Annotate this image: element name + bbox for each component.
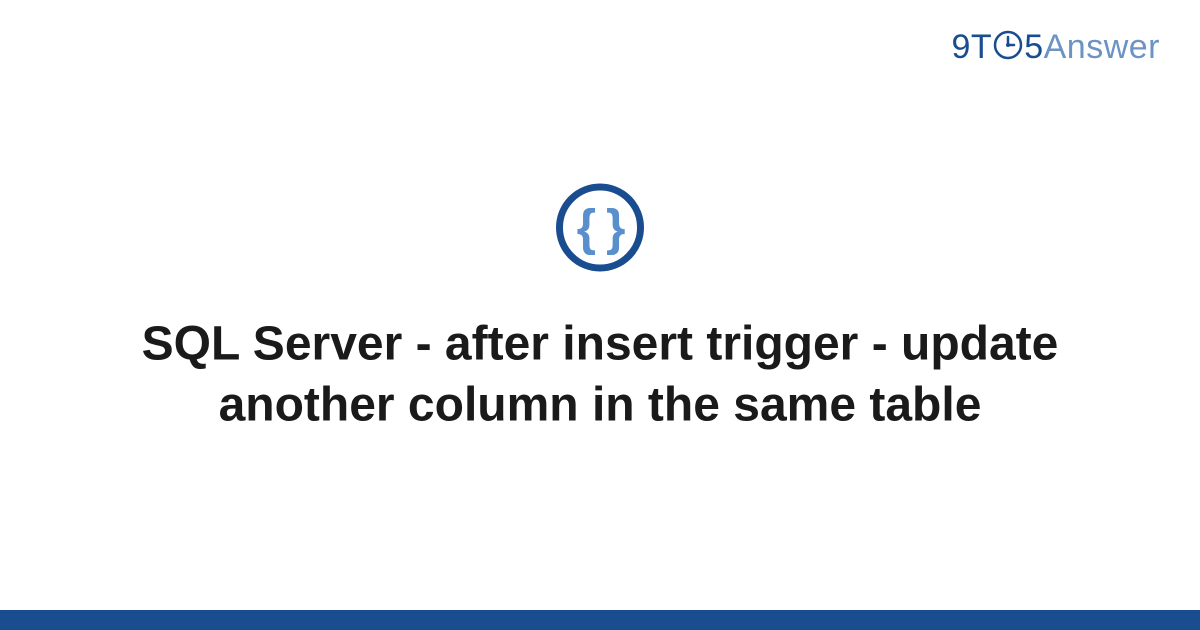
main-content: { } SQL Server - after insert trigger - …: [0, 184, 1200, 437]
clock-icon: [993, 30, 1023, 60]
logo-text-9t: 9T: [952, 28, 993, 66]
site-logo: 9T 5Answer: [952, 28, 1160, 67]
category-icon-circle: { }: [556, 184, 644, 272]
logo-text-answer: Answer: [1044, 28, 1160, 66]
bottom-accent-bar: [0, 610, 1200, 630]
braces-icon: { }: [577, 203, 624, 253]
page-title: SQL Server - after insert trigger - upda…: [0, 314, 1200, 437]
logo-text-5: 5: [1024, 28, 1043, 66]
